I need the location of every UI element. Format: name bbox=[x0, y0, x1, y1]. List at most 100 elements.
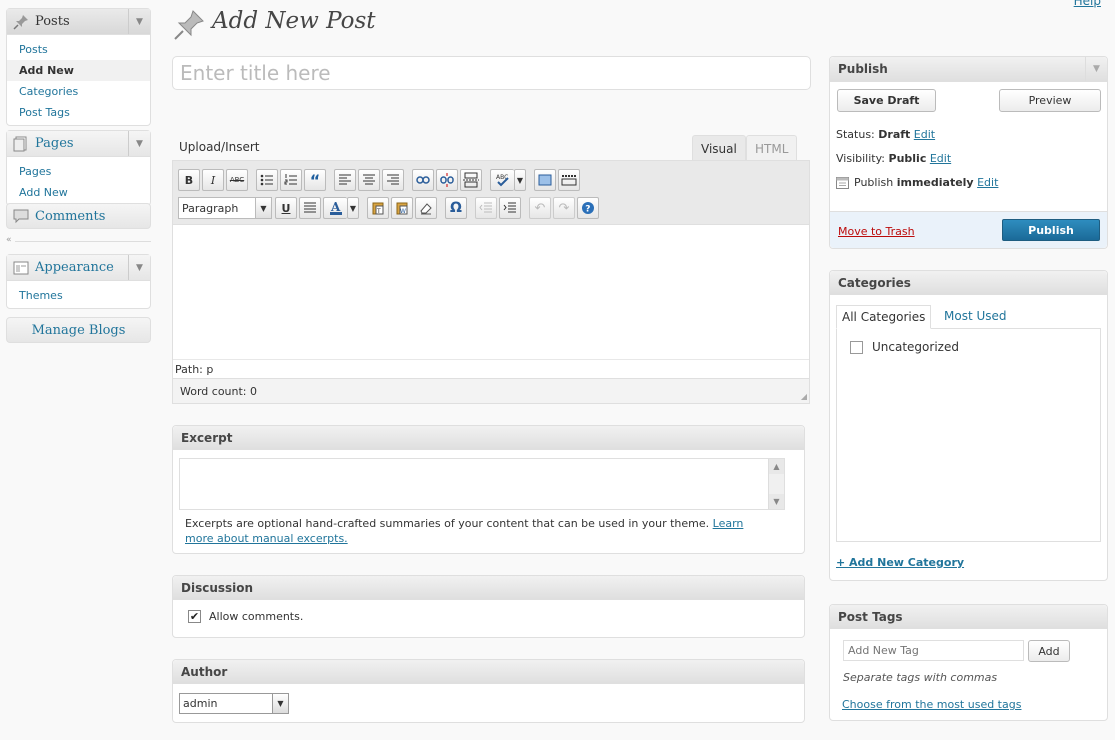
allow-comments-checkbox[interactable]: ✔ bbox=[188, 610, 201, 623]
paste-text-icon[interactable]: T bbox=[367, 197, 389, 219]
excerpt-box: Excerpt ▲ ▼ Excerpts are optional hand-c… bbox=[172, 425, 805, 554]
move-to-trash-link[interactable]: Move to Trash bbox=[838, 225, 915, 238]
blockquote-icon[interactable]: “ bbox=[304, 169, 326, 191]
save-draft-button[interactable]: Save Draft bbox=[837, 89, 936, 112]
svg-text:W: W bbox=[400, 208, 406, 215]
align-center-icon[interactable] bbox=[358, 169, 380, 191]
add-new-category-link[interactable]: + Add New Category bbox=[836, 556, 964, 569]
add-tag-button[interactable]: Add bbox=[1028, 640, 1070, 662]
discussion-heading[interactable]: Discussion bbox=[173, 576, 804, 600]
omega-icon[interactable]: Ω bbox=[445, 197, 467, 219]
category-list: Uncategorized bbox=[836, 328, 1101, 542]
eraser-icon[interactable] bbox=[415, 197, 437, 219]
align-right-icon[interactable] bbox=[382, 169, 404, 191]
undo-icon[interactable]: ↶ bbox=[529, 197, 551, 219]
submenu-item-themes[interactable]: Themes bbox=[7, 285, 150, 306]
submenu-item-post-tags[interactable]: Post Tags bbox=[7, 102, 150, 123]
visibility-edit-link[interactable]: Edit bbox=[930, 152, 951, 165]
menu-manage-blogs[interactable]: Manage Blogs bbox=[6, 317, 151, 343]
help-link[interactable]: Help bbox=[1074, 0, 1101, 8]
chevron-down-icon[interactable]: ▼ bbox=[1085, 57, 1107, 81]
choose-tags-link[interactable]: Choose from the most used tags bbox=[842, 698, 1021, 711]
scroll-down-icon[interactable]: ▼ bbox=[769, 494, 784, 509]
post-tags-heading[interactable]: Post Tags bbox=[830, 605, 1107, 629]
numbered-list-icon[interactable] bbox=[280, 169, 302, 191]
submenu-item-pages[interactable]: Pages bbox=[7, 161, 150, 182]
author-select-value: admin bbox=[183, 697, 218, 710]
submenu-item-add-new[interactable]: Add New bbox=[7, 60, 150, 81]
discussion-box: Discussion ✔ Allow comments. bbox=[172, 575, 805, 638]
submenu-item-categories[interactable]: Categories bbox=[7, 81, 150, 102]
publish-heading-label: Publish bbox=[838, 62, 888, 76]
menu-pages: Pages ▼ Pages Add New bbox=[6, 130, 151, 206]
tags-hint: Separate tags with commas bbox=[843, 671, 998, 684]
scroll-up-icon[interactable]: ▲ bbox=[769, 459, 784, 474]
kitchen-sink-icon[interactable] bbox=[558, 169, 580, 191]
editor-body[interactable] bbox=[173, 225, 809, 359]
schedule-edit-link[interactable]: Edit bbox=[977, 176, 998, 189]
excerpt-textarea[interactable]: ▲ ▼ bbox=[179, 458, 785, 510]
word-count: Word count: 0 bbox=[180, 385, 258, 398]
chevron-down-icon[interactable]: ▼ bbox=[128, 9, 150, 34]
fullscreen-icon[interactable] bbox=[534, 169, 556, 191]
new-tag-input[interactable] bbox=[843, 640, 1024, 661]
author-select[interactable]: admin ▼ bbox=[179, 693, 289, 714]
menu-pages-label: Pages bbox=[35, 136, 74, 151]
justify-icon[interactable] bbox=[299, 197, 321, 219]
calendar-icon bbox=[836, 176, 849, 189]
upload-insert-label[interactable]: Upload/Insert bbox=[179, 140, 260, 154]
format-select[interactable]: Paragraph ▼ bbox=[178, 197, 272, 219]
italic-button[interactable]: I bbox=[202, 169, 224, 191]
menu-comments[interactable]: Comments bbox=[6, 203, 151, 229]
post-title-input[interactable] bbox=[172, 56, 811, 90]
status-edit-link[interactable]: Edit bbox=[914, 128, 935, 141]
excerpt-heading[interactable]: Excerpt bbox=[173, 426, 804, 450]
publish-button[interactable]: Publish bbox=[1002, 219, 1100, 241]
text-color-icon[interactable]: A bbox=[323, 197, 347, 219]
menu-appearance-head[interactable]: Appearance ▼ bbox=[7, 255, 150, 281]
redo-icon[interactable]: ↷ bbox=[553, 197, 575, 219]
resize-grip-icon[interactable]: ◢ bbox=[801, 392, 807, 401]
tab-all-categories[interactable]: All Categories bbox=[836, 305, 932, 329]
menu-posts-head[interactable]: Posts ▼ bbox=[7, 9, 150, 35]
tab-html[interactable]: HTML bbox=[746, 135, 798, 161]
text-color-dropdown-icon[interactable]: ▼ bbox=[347, 197, 359, 219]
bullet-list-icon[interactable] bbox=[256, 169, 278, 191]
category-item: Uncategorized bbox=[850, 340, 959, 354]
tab-most-used[interactable]: Most Used bbox=[944, 309, 1007, 323]
menu-pages-head[interactable]: Pages ▼ bbox=[7, 131, 150, 157]
help-icon[interactable]: ? bbox=[577, 197, 599, 219]
category-checkbox[interactable] bbox=[850, 340, 863, 354]
preview-button[interactable]: Preview bbox=[999, 89, 1101, 112]
chevron-down-icon[interactable]: ▼ bbox=[128, 255, 150, 280]
status-label: Status: bbox=[836, 128, 875, 141]
indent-icon[interactable] bbox=[499, 197, 521, 219]
categories-heading[interactable]: Categories bbox=[830, 271, 1107, 295]
more-tag-icon[interactable] bbox=[460, 169, 482, 191]
underline-button[interactable]: U bbox=[275, 197, 297, 219]
outdent-icon[interactable] bbox=[475, 197, 497, 219]
bold-button[interactable]: B bbox=[178, 169, 200, 191]
paste-word-icon[interactable]: W bbox=[391, 197, 413, 219]
submenu-item-pages-add-new[interactable]: Add New bbox=[7, 182, 150, 203]
spellcheck-dropdown-icon[interactable]: ▼ bbox=[514, 169, 526, 191]
author-heading[interactable]: Author bbox=[173, 660, 804, 684]
allow-comments-row: ✔ Allow comments. bbox=[188, 610, 303, 623]
submenu-item-posts[interactable]: Posts bbox=[7, 39, 150, 60]
unlink-icon[interactable] bbox=[436, 169, 458, 191]
strikethrough-button[interactable]: ABC bbox=[226, 169, 248, 191]
chevron-down-icon[interactable]: ▼ bbox=[128, 131, 150, 156]
link-icon[interactable] bbox=[412, 169, 434, 191]
menu-comments-label: Comments bbox=[35, 208, 106, 224]
page-title: Add New Post bbox=[212, 8, 376, 34]
categories-box: Categories All Categories Most Used Unca… bbox=[829, 270, 1108, 581]
excerpt-scrollbar[interactable]: ▲ ▼ bbox=[768, 459, 784, 509]
appearance-icon bbox=[13, 260, 29, 276]
publish-heading[interactable]: Publish ▼ bbox=[830, 57, 1107, 82]
publish-label: Publish bbox=[854, 176, 894, 189]
align-left-icon[interactable] bbox=[334, 169, 356, 191]
tab-visual[interactable]: Visual bbox=[692, 135, 746, 162]
collapse-menu-icon[interactable]: « bbox=[6, 235, 15, 245]
chevron-down-icon: ▼ bbox=[272, 694, 288, 713]
spellcheck-icon[interactable]: ABC bbox=[490, 169, 514, 191]
